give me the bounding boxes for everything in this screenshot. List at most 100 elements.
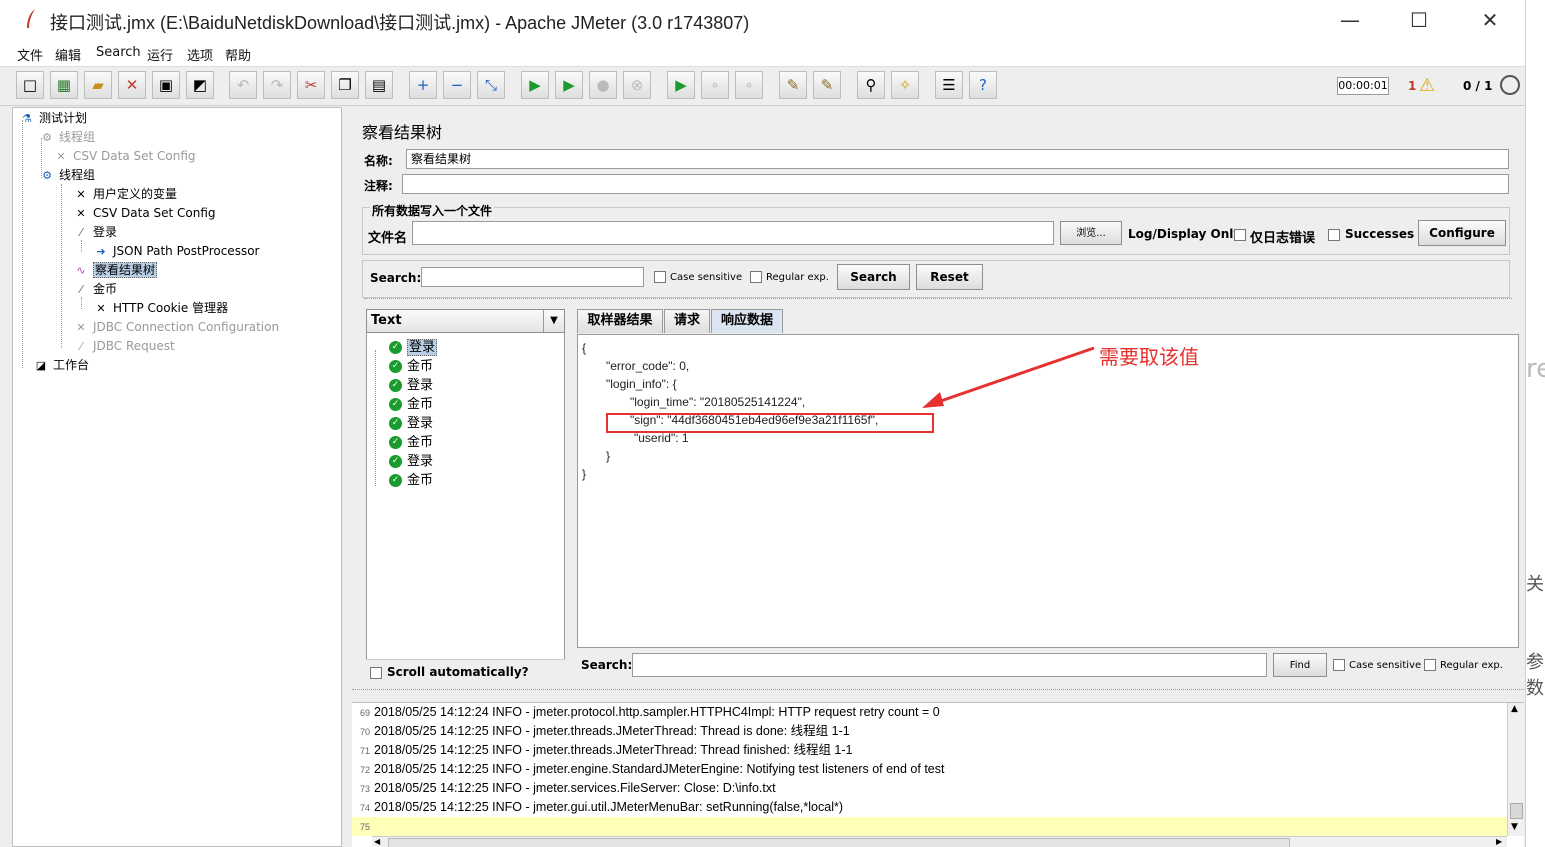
renderer-select[interactable]: Text ▼ (366, 309, 565, 333)
find-case-sensitive-checkbox[interactable] (1333, 659, 1345, 671)
redo-icon[interactable]: ↷ (263, 71, 291, 99)
reset-button[interactable]: Reset (916, 264, 983, 290)
templates-icon[interactable]: ▦ (50, 71, 78, 99)
warning-icon[interactable]: ⚠ (1419, 75, 1435, 96)
tree-item-user-variables[interactable]: ✕ 用户定义的变量 (73, 185, 177, 203)
toggle-icon[interactable]: ⤡ (477, 71, 505, 99)
tree-item-view-results-tree[interactable]: ∿ 察看结果树 (73, 261, 158, 279)
paste-icon[interactable]: ▤ (365, 71, 393, 99)
tree-item-coin-sampler[interactable]: ⁄ 金币 (73, 280, 117, 298)
menu-help[interactable]: 帮助 (225, 45, 251, 64)
stop-icon[interactable]: ● (589, 71, 617, 99)
scroll-down-icon[interactable]: ▼ (1511, 822, 1518, 832)
clear-icon[interactable]: ✎ (779, 71, 807, 99)
clear-all-icon[interactable]: ✎ (813, 71, 841, 99)
open-icon[interactable]: ▰ (84, 71, 112, 99)
successes-checkbox[interactable] (1328, 229, 1340, 241)
maximize-button[interactable]: ☐ (1404, 6, 1434, 34)
log-splitter[interactable] (352, 689, 1524, 702)
result-item[interactable]: ✓ 金币 (389, 396, 433, 414)
scroll-right-icon[interactable]: ▶ (1496, 837, 1502, 846)
log-panel[interactable]: 69 2018/05/25 14:12:24 INFO - jmeter.prot… (352, 702, 1524, 847)
close-file-icon[interactable]: ✕ (118, 71, 146, 99)
gear-icon: ⚙ (42, 130, 52, 144)
reset-search-icon[interactable]: ✧ (891, 71, 919, 99)
tree-item-json-path-postprocessor[interactable]: ➔ JSON Path PostProcessor (93, 242, 259, 260)
tree-item-workbench[interactable]: ◪ 工作台 (33, 356, 89, 374)
annotation-text: 需要取该值 (1099, 345, 1199, 369)
log-line: 73 2018/05/25 14:12:25 INFO - jmeter.serv… (359, 781, 776, 795)
log-vertical-scrollbar[interactable]: ▲ ▼ (1507, 703, 1524, 836)
menu-edit[interactable]: 编辑 (55, 45, 81, 64)
menu-run[interactable]: 运行 (147, 45, 173, 64)
log-hscroll-thumb[interactable] (388, 838, 1290, 847)
tree-item-csv-config-disabled[interactable]: ✕ CSV Data Set Config (53, 147, 195, 165)
start-no-pause-icon[interactable]: ▶ (555, 71, 583, 99)
tree-item-csv-config[interactable]: ✕ CSV Data Set Config (73, 204, 215, 222)
log-scroll-thumb[interactable] (1510, 803, 1523, 819)
result-item[interactable]: ✓ 登录 (389, 415, 433, 433)
scroll-left-icon[interactable]: ◀ (374, 837, 380, 846)
minimize-button[interactable]: — (1335, 6, 1365, 34)
results-list: ✓ 登录 ✓ 金币 ✓ 登录 ✓ 金币 ✓ 登录 ✓ 金币 ✓ 登录 ✓ 金币 (366, 309, 565, 685)
result-item[interactable]: ✓ 金币 (389, 434, 433, 452)
find-input[interactable] (632, 653, 1267, 677)
log-line: 72 2018/05/25 14:12:25 INFO - jmeter.engi… (359, 762, 945, 776)
tree-item-jdbc-request-disabled[interactable]: ⁄ JDBC Request (73, 337, 175, 355)
cut-icon[interactable]: ✂ (297, 71, 325, 99)
collapse-icon[interactable]: − (443, 71, 471, 99)
window-title: 接口测试.jmx (E:\BaiduNetdiskDownload\接口测试.j… (50, 13, 750, 33)
name-input[interactable]: 察看结果树 (406, 149, 1509, 169)
shutdown-icon[interactable]: ⊗ (623, 71, 651, 99)
menu-options[interactable]: 选项 (187, 45, 213, 64)
browse-button[interactable]: 浏览... (1060, 221, 1122, 245)
tree-item-test-plan[interactable]: ⚗ 测试计划 (19, 109, 87, 127)
search-button[interactable]: Search (837, 264, 910, 290)
result-item[interactable]: ✓ 登录 (389, 453, 433, 471)
save-icon[interactable]: ▣ (152, 71, 180, 99)
scroll-up-icon[interactable]: ▲ (1511, 704, 1518, 714)
result-item[interactable]: ✓ 金币 (389, 472, 433, 490)
tree-item-login-sampler[interactable]: ⁄ 登录 (73, 223, 117, 241)
filename-input[interactable] (412, 221, 1054, 245)
close-button[interactable]: ✕ (1475, 6, 1505, 34)
menu-file[interactable]: 文件 (17, 45, 43, 64)
undo-icon[interactable]: ↶ (229, 71, 257, 99)
search-binoculars-icon[interactable]: ⚲ (857, 71, 885, 99)
find-button[interactable]: Find (1273, 653, 1327, 677)
configure-button[interactable]: Configure (1418, 220, 1506, 246)
tree-item-thread-group-disabled[interactable]: ⚙ 线程组 (39, 128, 95, 146)
find-regular-exp-checkbox[interactable] (1424, 659, 1436, 671)
help-icon[interactable]: ? (969, 71, 997, 99)
tab-sampler-result[interactable]: 取样器结果 (577, 309, 663, 333)
result-item[interactable]: ✓ 登录 (389, 339, 438, 357)
new-icon[interactable]: □ (16, 71, 44, 99)
result-item[interactable]: ✓ 登录 (389, 377, 433, 395)
start-icon[interactable]: ▶ (521, 71, 549, 99)
regular-exp-checkbox[interactable] (750, 271, 762, 283)
log-horizontal-scrollbar[interactable]: ◀ ▶ (372, 836, 1507, 847)
tab-request[interactable]: 请求 (664, 309, 710, 333)
scroll-auto-checkbox[interactable] (370, 667, 382, 679)
splitter-handle[interactable] (364, 298, 1512, 305)
errors-only-checkbox[interactable] (1234, 229, 1246, 241)
expand-icon[interactable]: + (409, 71, 437, 99)
tree-item-jdbc-connection-disabled[interactable]: ✕ JDBC Connection Configuration (73, 318, 279, 336)
tree-item-cookie-manager[interactable]: ✕ HTTP Cookie 管理器 (93, 299, 228, 317)
comment-input[interactable] (402, 174, 1509, 194)
copy-icon[interactable]: ❐ (331, 71, 359, 99)
case-sensitive-checkbox[interactable] (654, 271, 666, 283)
tree-item-thread-group[interactable]: ⚙ 线程组 (39, 166, 95, 184)
tab-response-data[interactable]: 响应数据 (711, 309, 783, 333)
remote-shutdown-icon[interactable]: ∘ (735, 71, 763, 99)
tools-icon: ✕ (96, 301, 106, 315)
result-item[interactable]: ✓ 金币 (389, 358, 433, 376)
name-label: 名称: (364, 154, 393, 168)
title-bar: 接口测试.jmx (E:\BaiduNetdiskDownload\接口测试.j… (0, 0, 1525, 40)
save-screenshot-icon[interactable]: ◩ (186, 71, 214, 99)
menu-search[interactable]: Search (96, 45, 141, 60)
remote-stop-icon[interactable]: ∘ (701, 71, 729, 99)
search-input[interactable] (421, 267, 644, 287)
function-helper-icon[interactable]: ☰ (935, 71, 963, 99)
remote-start-icon[interactable]: ▶ (667, 71, 695, 99)
